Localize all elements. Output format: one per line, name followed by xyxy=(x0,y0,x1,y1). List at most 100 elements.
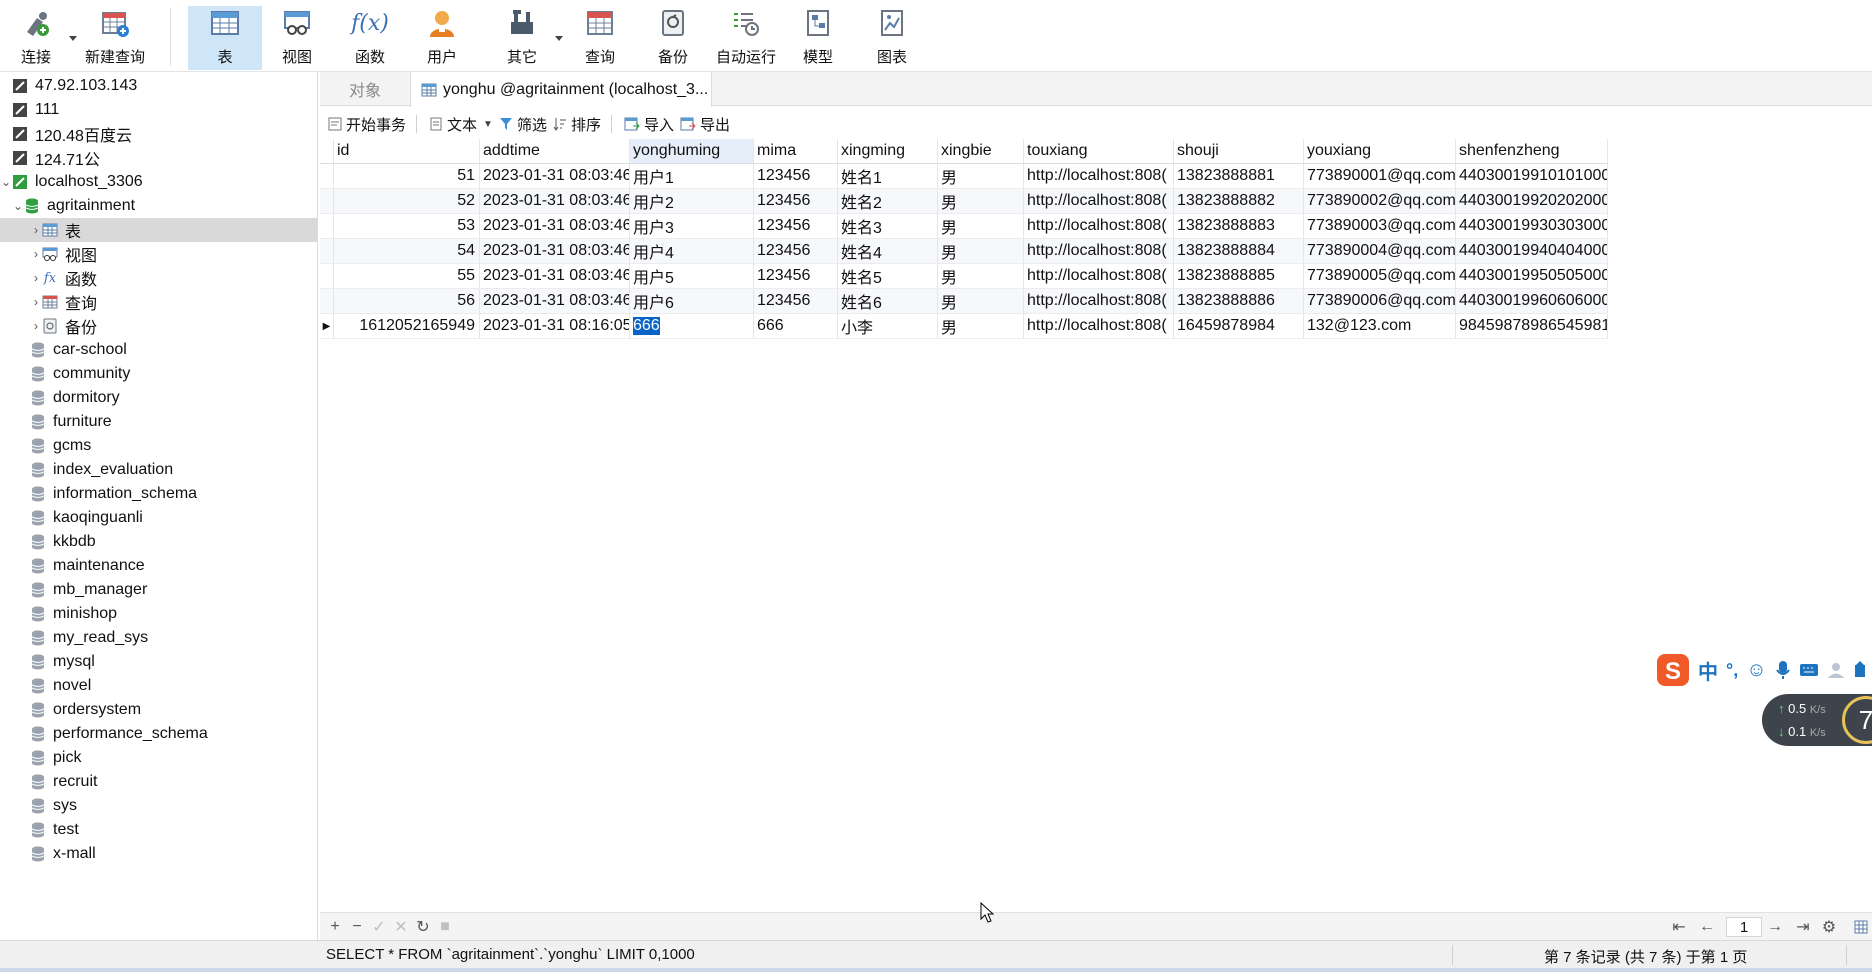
row-indicator[interactable]: ▶ xyxy=(320,314,334,339)
discard-changes-icon[interactable]: ✕ xyxy=(392,918,410,936)
microphone-icon[interactable] xyxy=(1775,660,1791,680)
cell-shouji[interactable]: 13823888881 xyxy=(1174,164,1304,189)
cell-xingming[interactable]: 姓名3 xyxy=(838,214,938,239)
table-row[interactable]: 53 2023-01-31 08:03:46 用户3 123456 姓名3 男 http:/… xyxy=(320,214,1608,239)
tree-database-mysql[interactable]: mysql xyxy=(0,650,317,674)
cell-mima[interactable]: 123456 xyxy=(754,289,838,314)
emoji-icon[interactable]: ☺ xyxy=(1746,659,1766,682)
cell-youxiang[interactable]: 773890005@qq.com xyxy=(1304,264,1456,289)
cell-yonghuming[interactable]: 用户3 xyxy=(630,214,754,239)
ime-punctuation[interactable]: °, xyxy=(1726,660,1738,681)
cell-youxiang[interactable]: 773890003@qq.com xyxy=(1304,214,1456,239)
tree-item-functions[interactable]: › fx 函数 xyxy=(0,266,317,290)
column-header-xingbie[interactable]: xingbie xyxy=(938,139,1024,164)
cell-yonghuming[interactable]: 用户1 xyxy=(630,164,754,189)
next-page-icon[interactable]: → xyxy=(1766,918,1784,936)
cell-xingbie[interactable]: 男 xyxy=(938,289,1024,314)
row-indicator[interactable] xyxy=(320,289,334,314)
cell-id[interactable]: 53 xyxy=(334,214,480,239)
cell-addtime[interactable]: 2023-01-31 08:03:46 xyxy=(480,214,630,239)
cell-xingbie[interactable]: 男 xyxy=(938,239,1024,264)
tree-database-my_read_sys[interactable]: my_read_sys xyxy=(0,626,317,650)
row-indicator[interactable] xyxy=(320,164,334,189)
cell-xingbie[interactable]: 男 xyxy=(938,264,1024,289)
cell-yonghuming[interactable]: 用户5 xyxy=(630,264,754,289)
cell-touxiang[interactable]: http://localhost:808( xyxy=(1024,239,1174,264)
text-button[interactable]: 文本 ▼ xyxy=(429,114,493,135)
tree-database-novel[interactable]: novel xyxy=(0,674,317,698)
previous-page-icon[interactable]: ← xyxy=(1698,918,1716,936)
column-header-id[interactable]: id xyxy=(334,139,480,164)
cell-xingming[interactable]: 姓名2 xyxy=(838,189,938,214)
table-row[interactable]: 54 2023-01-31 08:03:46 用户4 123456 姓名4 男 http:/… xyxy=(320,239,1608,264)
cell-mima[interactable]: 666 xyxy=(754,314,838,339)
cell-yonghuming[interactable]: 用户6 xyxy=(630,289,754,314)
skin-icon[interactable] xyxy=(1853,661,1867,679)
column-header-mima[interactable]: mima xyxy=(754,139,838,164)
delete-record-icon[interactable]: − xyxy=(348,918,366,936)
filter-button[interactable]: 筛选 xyxy=(499,114,547,135)
table-row[interactable]: 51 2023-01-31 08:03:46 用户1 123456 姓名1 男 http:/… xyxy=(320,164,1608,189)
tree-database-index_evaluation[interactable]: index_evaluation xyxy=(0,458,317,482)
cell-youxiang[interactable]: 773890002@qq.com xyxy=(1304,189,1456,214)
tree-item-queries[interactable]: › 查询 xyxy=(0,290,317,314)
cell-addtime[interactable]: 2023-01-31 08:03:46 xyxy=(480,164,630,189)
connection-button[interactable]: 连接 xyxy=(14,6,58,70)
collapse-arrow-icon[interactable]: ⌄ xyxy=(0,170,12,194)
cell-xingming[interactable]: 姓名5 xyxy=(838,264,938,289)
tree-database-furniture[interactable]: furniture xyxy=(0,410,317,434)
refresh-icon[interactable]: ↻ xyxy=(414,918,432,936)
cell-yonghuming[interactable]: 666 xyxy=(630,314,754,339)
row-indicator[interactable] xyxy=(320,214,334,239)
view-button[interactable]: 视图 xyxy=(274,6,320,70)
cell-xingbie[interactable]: 男 xyxy=(938,164,1024,189)
schedule-button[interactable]: 自动运行 xyxy=(714,6,778,70)
tree-database-pick[interactable]: pick xyxy=(0,746,317,770)
expand-arrow-icon[interactable]: › xyxy=(30,242,42,266)
cell-shenfenzheng[interactable]: 44030019910101000 xyxy=(1456,164,1608,189)
ime-language[interactable]: 中 xyxy=(1698,656,1718,685)
cell-shenfenzheng[interactable]: 98459878986545981 xyxy=(1456,314,1608,339)
cell-addtime[interactable]: 2023-01-31 08:03:46 xyxy=(480,189,630,214)
tree-database-community[interactable]: community xyxy=(0,362,317,386)
column-header-xingming[interactable]: xingming xyxy=(838,139,938,164)
column-header-youxiang[interactable]: youxiang xyxy=(1304,139,1456,164)
keyboard-icon[interactable] xyxy=(1799,662,1819,678)
table-row[interactable]: 56 2023-01-31 08:03:46 用户6 123456 姓名6 男 http:/… xyxy=(320,289,1608,314)
expand-arrow-icon[interactable]: › xyxy=(30,290,42,314)
cell-shenfenzheng[interactable]: 44030019940404000 xyxy=(1456,239,1608,264)
cell-xingbie[interactable]: 男 xyxy=(938,314,1024,339)
tree-item-backups[interactable]: › 备份 xyxy=(0,314,317,338)
model-button[interactable]: 模型 xyxy=(796,6,840,70)
tab-yonghu[interactable]: yonghu @agritainment (localhost_3... xyxy=(410,72,712,107)
cell-shenfenzheng[interactable]: 44030019960606000 xyxy=(1456,289,1608,314)
cell-addtime[interactable]: 2023-01-31 08:16:05 xyxy=(480,314,630,339)
cell-youxiang[interactable]: 773890006@qq.com xyxy=(1304,289,1456,314)
column-header-shenfenzheng[interactable]: shenfenzheng xyxy=(1456,139,1608,164)
connection-dropdown-caret[interactable] xyxy=(69,36,77,41)
tree-connection-1[interactable]: 47.92.103.143 xyxy=(0,74,317,98)
chart-button[interactable]: 图表 xyxy=(868,6,916,70)
collapse-arrow-icon[interactable]: ⌄ xyxy=(12,194,24,218)
first-page-icon[interactable]: ⇤ xyxy=(1670,918,1688,936)
tree-database-maintenance[interactable]: maintenance xyxy=(0,554,317,578)
tree-database-agritainment[interactable]: ⌄ agritainment xyxy=(0,194,317,218)
function-button[interactable]: f(x) 函数 xyxy=(346,6,394,70)
cell-mima[interactable]: 123456 xyxy=(754,214,838,239)
add-record-icon[interactable]: + xyxy=(326,918,344,936)
expand-arrow-icon[interactable]: › xyxy=(30,218,42,242)
cell-shouji[interactable]: 16459878984 xyxy=(1174,314,1304,339)
column-header-shouji[interactable]: shouji xyxy=(1174,139,1304,164)
sort-button[interactable]: 排序 xyxy=(553,114,601,135)
cell-shouji[interactable]: 13823888886 xyxy=(1174,289,1304,314)
cell-mima[interactable]: 123456 xyxy=(754,189,838,214)
cell-mima[interactable]: 123456 xyxy=(754,164,838,189)
last-page-icon[interactable]: ⇥ xyxy=(1794,918,1812,936)
tools-button[interactable]: 其它 xyxy=(500,6,544,70)
cell-shouji[interactable]: 13823888882 xyxy=(1174,189,1304,214)
apply-changes-icon[interactable]: ✓ xyxy=(370,918,388,936)
settings-gear-icon[interactable]: ⚙ xyxy=(1820,918,1838,936)
row-indicator[interactable] xyxy=(320,239,334,264)
tree-database-car-school[interactable]: car-school xyxy=(0,338,317,362)
query-button[interactable]: 查询 xyxy=(576,6,624,70)
